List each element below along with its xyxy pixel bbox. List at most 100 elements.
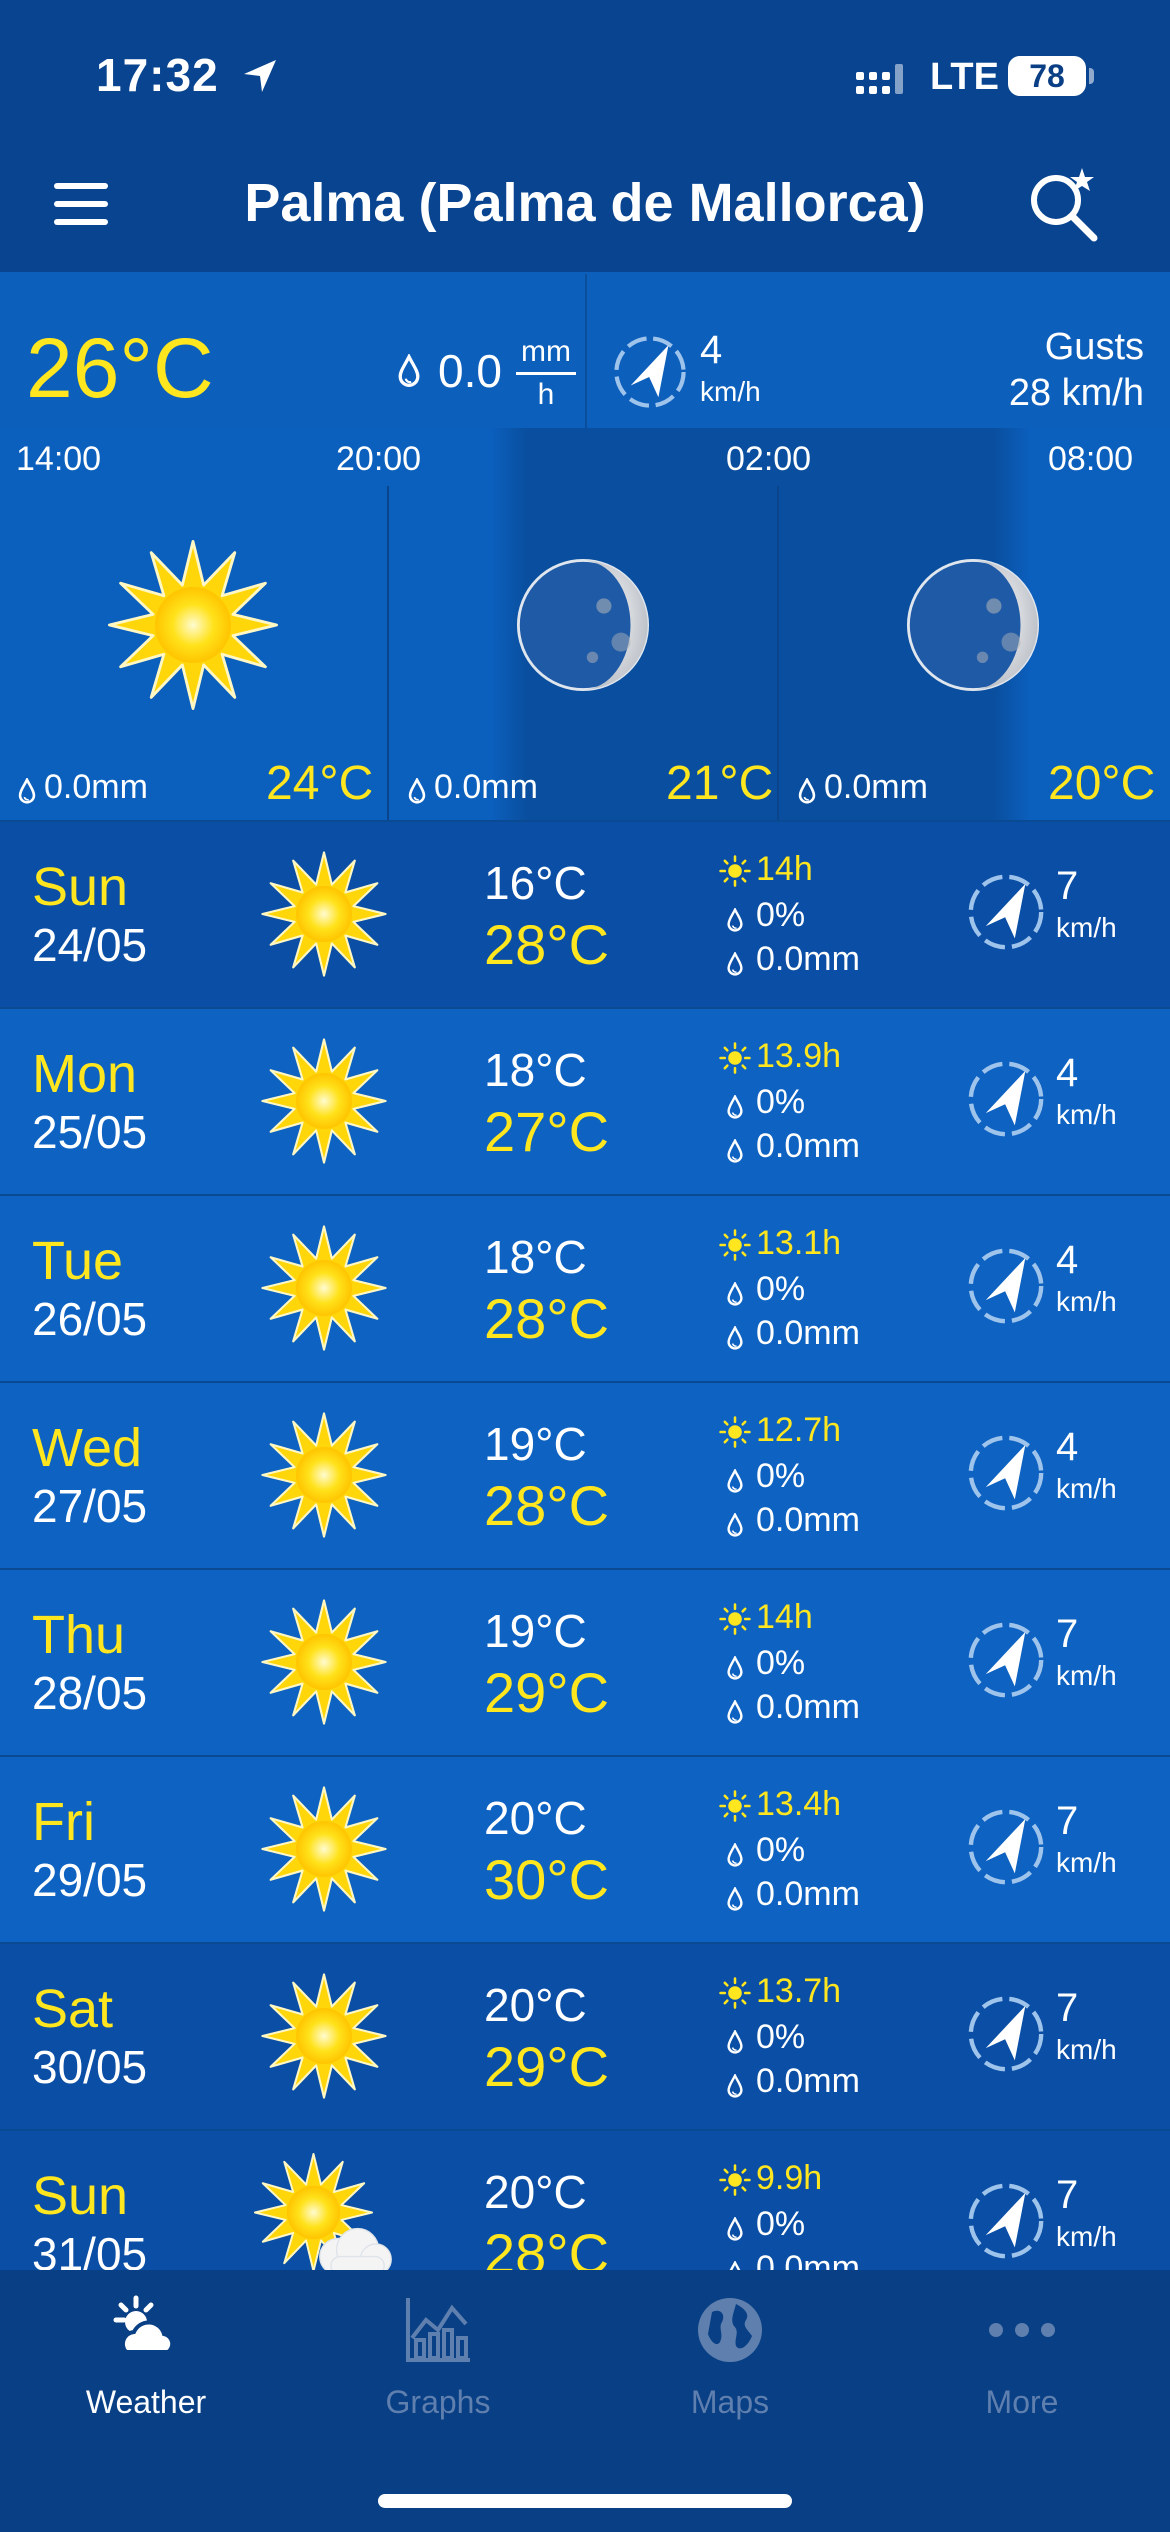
raindrop-icon — [727, 908, 743, 932]
wind-direction-icon — [962, 868, 1050, 956]
precip-probability: 0% — [756, 896, 806, 934]
day-row[interactable]: Sat 30/05 20°C 29°C 13.7h 0% 0.0mm 7 km/h — [0, 1942, 1170, 2130]
sun-hours: 9.9h — [756, 2159, 823, 2197]
hour-rain: 0.0mm — [44, 768, 148, 806]
wind-unit: km/h — [1056, 1847, 1117, 1878]
precip-probability: 0% — [756, 1457, 806, 1495]
sun-hours: 14h — [756, 1598, 813, 1636]
raindrop-icon — [727, 952, 743, 976]
precip-amount: 0.0mm — [756, 1501, 860, 1539]
min-temp: 18°C — [484, 1231, 587, 1283]
wind-speed: 4 — [1056, 1425, 1079, 1469]
sunshine-icon — [718, 1789, 752, 1823]
day-row[interactable]: Wed 27/05 19°C 28°C 12.7h 0% 0.0mm 4 km/h — [0, 1381, 1170, 1569]
page-title[interactable]: Palma (Palma de Mallorca) — [190, 172, 980, 234]
max-temp: 28°C — [484, 1474, 610, 1537]
max-temp: 28°C — [484, 913, 610, 976]
sun-icon — [254, 1218, 394, 1358]
raindrop-icon — [727, 1282, 743, 1306]
sun-hours: 13.9h — [756, 1037, 842, 1075]
more-dots-icon — [989, 2323, 1055, 2337]
wind-direction-icon — [962, 1242, 1050, 1330]
wind-direction-icon — [962, 1803, 1050, 1891]
day-name: Thu — [32, 1605, 126, 1665]
sunshine-icon — [718, 1415, 752, 1449]
day-date: 24/05 — [32, 919, 148, 971]
divider — [585, 274, 587, 428]
status-time: 17:32 — [96, 49, 219, 101]
sun-icon — [254, 1031, 394, 1171]
tab-maps[interactable]: Maps — [584, 2290, 876, 2430]
wind-unit: km/h — [1056, 2034, 1117, 2065]
sunshine-icon — [718, 1041, 752, 1075]
max-temp: 27°C — [484, 1100, 610, 1163]
day-row[interactable]: Fri 29/05 20°C 30°C 13.4h 0% 0.0mm 7 km/h — [0, 1755, 1170, 1943]
tab-weather[interactable]: Weather — [0, 2290, 292, 2430]
tab-label: Weather — [85, 2384, 207, 2420]
sun-hours: 12.7h — [756, 1411, 842, 1449]
hour-label: 08:00 — [1048, 440, 1134, 478]
moon-icon — [878, 530, 1068, 720]
hour-temp: 24°C — [266, 757, 374, 810]
day-date: 27/05 — [32, 1480, 148, 1532]
raindrop-icon — [727, 2217, 743, 2241]
sun-icon — [254, 1779, 394, 1919]
min-temp: 20°C — [484, 1979, 587, 2031]
wind-direction-icon — [962, 1055, 1050, 1143]
day-name: Sun — [32, 2166, 129, 2226]
sun-icon — [254, 1592, 394, 1732]
home-indicator[interactable] — [378, 2494, 792, 2508]
hour-temp: 21°C — [666, 757, 774, 810]
raindrop-icon — [727, 1326, 743, 1350]
day-name: Sun — [32, 857, 129, 917]
day-row[interactable]: Sun 24/05 16°C 28°C 14h 0% 0.0mm 7 km/h — [0, 820, 1170, 1008]
sun-hours: 13.7h — [756, 1972, 842, 2010]
day-name: Mon — [32, 1044, 138, 1104]
wind-direction-icon — [962, 1429, 1050, 1517]
search-star-icon[interactable] — [1024, 166, 1104, 246]
day-name: Wed — [32, 1418, 143, 1478]
wind-direction-icon — [962, 1616, 1050, 1704]
wind-direction-icon — [962, 2177, 1050, 2265]
hour-label: 14:00 — [16, 440, 102, 478]
max-temp: 28°C — [484, 1287, 610, 1350]
raindrop-icon — [408, 778, 426, 804]
day-name: Sat — [32, 1979, 114, 2039]
battery-indicator: 78 — [1008, 56, 1094, 96]
tab-graphs[interactable]: Graphs — [292, 2290, 584, 2430]
network-type: LTE — [930, 56, 999, 98]
raindrop-icon — [398, 354, 420, 388]
hamburger-icon[interactable] — [54, 183, 108, 227]
sun-hours: 14h — [756, 850, 813, 888]
sunshine-icon — [718, 1976, 752, 2010]
hour-label: 02:00 — [726, 440, 812, 478]
current-rain: 0.0 — [438, 345, 502, 397]
precip-probability: 0% — [756, 1644, 806, 1682]
hour-rain: 0.0mm — [434, 768, 538, 806]
wind-speed: 7 — [1056, 1799, 1079, 1843]
wind-speed: 7 — [1056, 864, 1079, 908]
wind-speed: 7 — [1056, 1986, 1079, 2030]
sun-hours: 13.4h — [756, 1785, 842, 1823]
wind-unit: km/h — [1056, 1286, 1117, 1317]
wind-speed: 7 — [1056, 1612, 1079, 1656]
divider — [777, 486, 779, 820]
sunshine-icon — [718, 1602, 752, 1636]
gusts-value: 28 km/h — [1008, 372, 1144, 414]
raindrop-icon — [727, 1656, 743, 1680]
day-row[interactable]: Thu 28/05 19°C 29°C 14h 0% 0.0mm 7 km/h — [0, 1568, 1170, 1756]
wind-unit: km/h — [1056, 2221, 1117, 2252]
weather-icon — [113, 2295, 175, 2354]
day-row[interactable]: Tue 26/05 18°C 28°C 13.1h 0% 0.0mm 4 km/h — [0, 1194, 1170, 1382]
wind-unit: km/h — [1056, 912, 1117, 943]
day-row[interactable]: Mon 25/05 18°C 27°C 13.9h 0% 0.0mm 4 km/h — [0, 1007, 1170, 1195]
tab-label: Graphs — [385, 2384, 491, 2420]
precip-probability: 0% — [756, 2205, 806, 2243]
sun-icon — [98, 530, 288, 720]
min-temp: 19°C — [484, 1418, 587, 1470]
wind-speed: 4 — [1056, 1051, 1079, 1095]
day-date: 30/05 — [32, 2041, 148, 2093]
tab-more[interactable]: More — [876, 2290, 1168, 2430]
raindrop-icon — [727, 1843, 743, 1867]
precip-probability: 0% — [756, 1083, 806, 1121]
